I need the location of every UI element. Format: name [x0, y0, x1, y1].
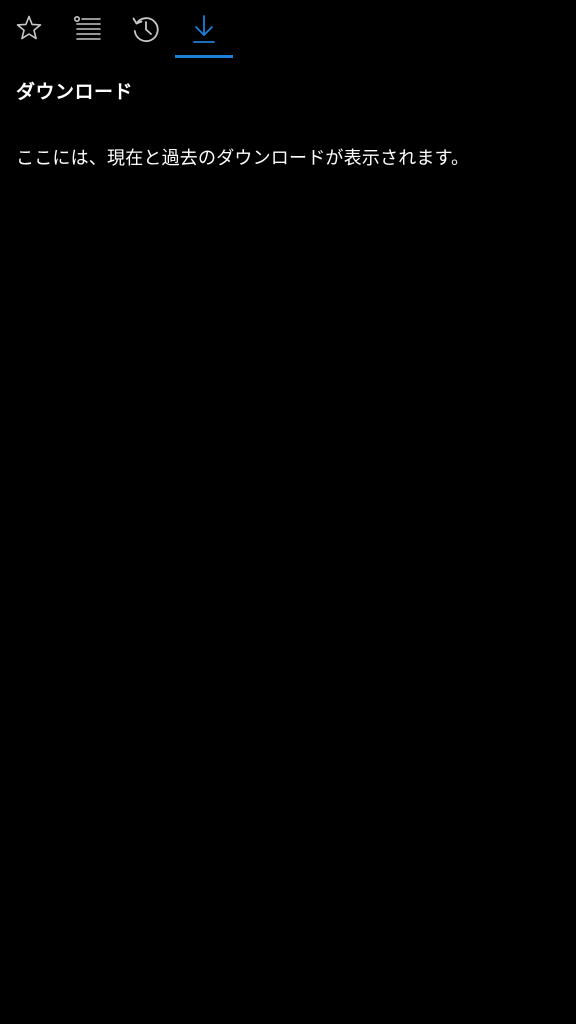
selected-tab-indicator [175, 55, 233, 58]
tab-favorites[interactable] [0, 0, 58, 60]
empty-state-message: ここには、現在と過去のダウンロードが表示されます。 [16, 148, 470, 169]
page-title: ダウンロード [16, 81, 134, 103]
downloads-panel: ダウンロード ここには、現在と過去のダウンロードが表示されます。 [0, 0, 576, 1024]
history-icon [131, 14, 161, 44]
star-icon [15, 14, 43, 42]
reading-list-icon [73, 14, 103, 42]
hub-tab-bar [0, 0, 576, 60]
tab-reading-list[interactable] [59, 0, 117, 60]
tab-downloads[interactable] [175, 0, 233, 60]
download-icon [192, 14, 216, 44]
tab-history[interactable] [117, 0, 175, 60]
